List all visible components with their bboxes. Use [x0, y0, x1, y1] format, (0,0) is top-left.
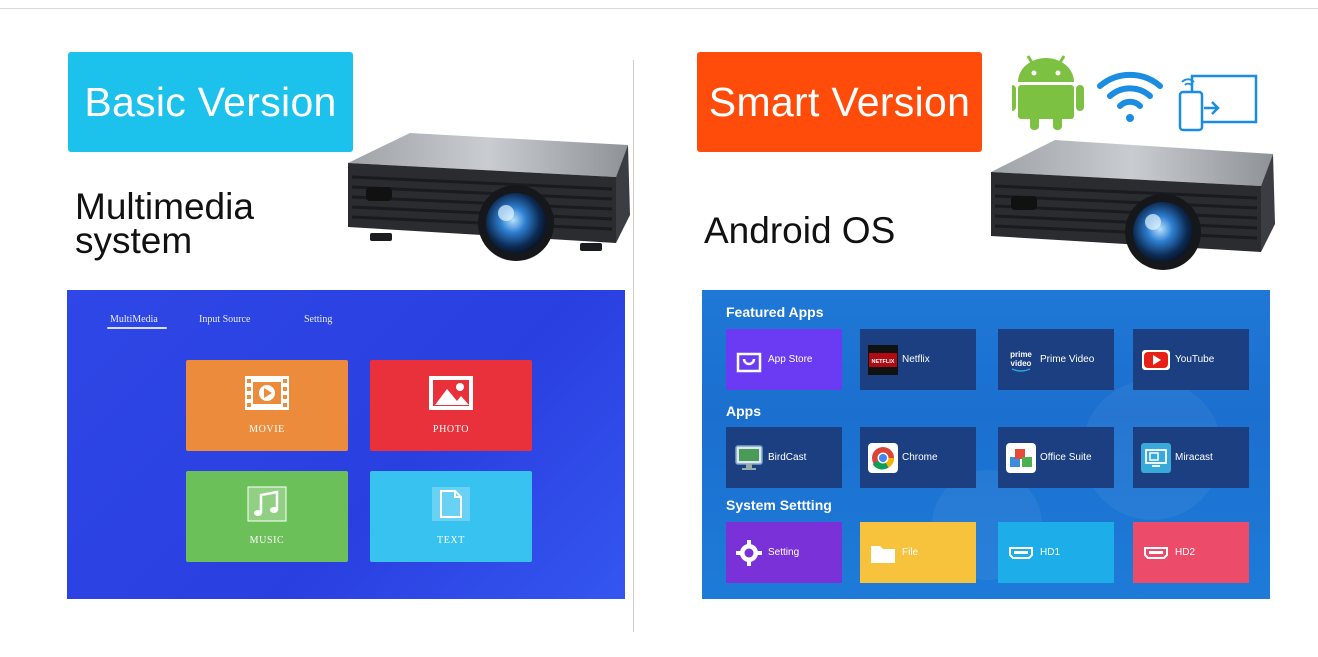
nav-active-underline	[107, 327, 167, 329]
photo-tile-label: PHOTO	[432, 424, 470, 435]
android-launcher-screen: Featured Apps Apps System Settting App S…	[702, 290, 1270, 599]
movie-tile[interactable]: MOVIE	[186, 360, 348, 451]
movie-tile-label: MOVIE	[249, 424, 285, 435]
basic-subtitle-line2: system	[75, 220, 193, 261]
file-tile[interactable]: File	[860, 522, 976, 583]
monitor-icon	[734, 443, 764, 473]
gear-icon	[734, 538, 764, 568]
hdmi-port-icon	[1141, 538, 1171, 568]
netflix-icon: NETFLIX	[868, 344, 898, 375]
birdcast-tile[interactable]: BirdCast	[726, 427, 842, 488]
office-suite-tile[interactable]: Office Suite	[998, 427, 1114, 488]
svg-text:prime: prime	[1010, 350, 1032, 359]
projector-image-right	[991, 140, 1275, 270]
image-icon	[429, 376, 473, 410]
projector-image-left	[348, 133, 630, 261]
wifi-icon	[1097, 71, 1163, 122]
android-os-subtitle: Android OS	[704, 210, 896, 251]
app-store-label: App Store	[768, 354, 813, 365]
section-featured-apps: Featured Apps	[726, 304, 824, 320]
svg-text:NETFLIX: NETFLIX	[872, 359, 895, 365]
hdmi-port-icon	[1006, 538, 1036, 568]
chrome-label: Chrome	[902, 452, 938, 463]
youtube-tile[interactable]: YouTube	[1133, 329, 1249, 390]
film-icon	[245, 376, 289, 410]
file-label: File	[902, 547, 919, 558]
music-tile[interactable]: MUSIC	[186, 471, 348, 562]
svg-text:video: video	[1011, 359, 1032, 368]
screen-mirror-icon	[1178, 74, 1258, 132]
folder-icon	[868, 538, 898, 568]
music-note-icon	[247, 486, 287, 522]
basic-subtitle: Multimedia system	[75, 186, 335, 261]
cast-screen-icon	[1141, 442, 1171, 473]
photo-tile[interactable]: PHOTO	[370, 360, 532, 451]
miracast-tile[interactable]: Miracast	[1133, 427, 1249, 488]
basic-subtitle-line1: Multimedia	[75, 186, 254, 227]
text-tile[interactable]: TEXT	[370, 471, 532, 562]
office-suite-icon	[1006, 442, 1036, 473]
text-tile-label: TEXT	[437, 535, 465, 546]
music-tile-label: MUSIC	[249, 535, 285, 546]
prime-video-icon: prime video	[1006, 344, 1036, 375]
hd2-label: HD2	[1175, 547, 1196, 558]
youtube-icon	[1141, 345, 1171, 375]
prime-video-tile[interactable]: prime video Prime Video	[998, 329, 1114, 390]
birdcast-label: BirdCast	[768, 452, 807, 463]
prime-video-label: Prime Video	[1040, 354, 1095, 365]
office-suite-label: Office Suite	[1040, 452, 1092, 463]
app-store-tile[interactable]: App Store	[726, 329, 842, 390]
basic-version-badge: Basic Version	[68, 52, 353, 152]
nav-setting[interactable]: Setting	[304, 314, 332, 325]
multimedia-screen: MultiMedia Input Source Setting MOVIE PH…	[67, 290, 625, 599]
chrome-icon	[868, 442, 898, 473]
feature-icons	[1012, 55, 1258, 132]
chrome-tile[interactable]: Chrome	[860, 427, 976, 488]
nav-input-source[interactable]: Input Source	[199, 314, 250, 325]
setting-tile[interactable]: Setting	[726, 522, 842, 583]
nav-multimedia[interactable]: MultiMedia	[110, 314, 158, 325]
hd1-label: HD1	[1040, 547, 1061, 558]
shopping-bag-icon	[734, 345, 764, 375]
youtube-label: YouTube	[1175, 354, 1215, 365]
document-icon	[432, 487, 470, 521]
section-system-setting: System Settting	[726, 497, 832, 513]
miracast-label: Miracast	[1175, 452, 1213, 463]
center-divider	[633, 60, 634, 632]
android-icon	[1012, 55, 1084, 130]
netflix-tile[interactable]: NETFLIX Netflix	[860, 329, 976, 390]
smart-version-badge: Smart Version	[697, 52, 982, 152]
hd2-tile[interactable]: HD2	[1133, 522, 1249, 583]
hd1-tile[interactable]: HD1	[998, 522, 1114, 583]
section-apps: Apps	[726, 403, 761, 419]
netflix-label: Netflix	[902, 354, 930, 365]
setting-label: Setting	[768, 547, 800, 558]
